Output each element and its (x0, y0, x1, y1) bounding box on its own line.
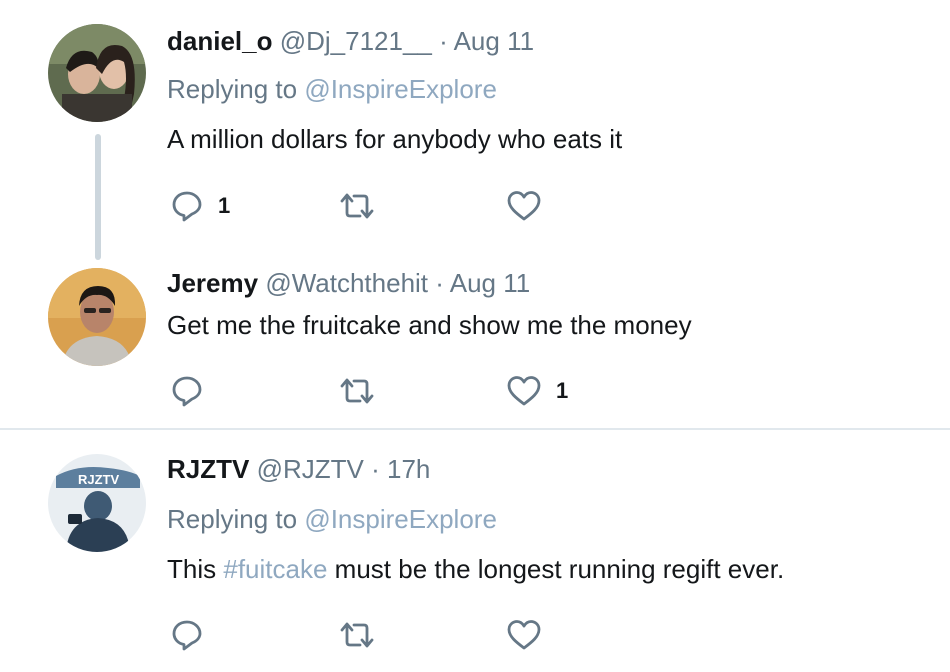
timestamp[interactable]: Aug 11 (454, 26, 534, 56)
reply-button[interactable]: 1 (170, 188, 230, 224)
tweet-text-end: must be the longest running regift ever. (334, 554, 785, 584)
retweet-button[interactable] (338, 617, 376, 653)
avatar-photo: RJZTV (48, 454, 146, 552)
thread-line (95, 134, 101, 260)
tweet-header: RJZTV @RJZTV · 17h (167, 454, 430, 485)
like-count: 1 (556, 378, 569, 403)
retweet-button[interactable] (338, 373, 376, 409)
tweet-header: daniel_o @Dj_7121__ · Aug 11 (167, 26, 534, 57)
hashtag-link[interactable]: #fuitcake (223, 554, 327, 584)
avatar-rjztv[interactable]: RJZTV (48, 454, 146, 552)
tweet-text-start: This (167, 554, 217, 584)
reply-count: 1 (218, 193, 231, 218)
like-icon (507, 620, 541, 650)
timestamp[interactable]: 17h (387, 454, 430, 484)
replying-to-prefix: Replying to (167, 504, 298, 534)
avatar-photo (48, 268, 146, 366)
tweet-text: A million dollars for anybody who eats i… (167, 124, 623, 154)
avatar-daniel[interactable] (48, 24, 146, 122)
like-button[interactable]: 1 (506, 373, 568, 409)
user-handle[interactable]: @Dj_7121__ (280, 26, 432, 56)
avatar-jeremy[interactable] (48, 268, 146, 366)
replying-to: Replying to @InspireExplore (167, 74, 497, 105)
user-handle[interactable]: @RJZTV (257, 454, 364, 484)
display-name[interactable]: daniel_o (167, 26, 272, 56)
separator-dot: · (371, 454, 380, 484)
like-icon (507, 376, 541, 406)
reply-icon (172, 191, 202, 222)
tweet-header: Jeremy @Watchthehit · Aug 11 (167, 268, 530, 299)
tweet-text: This #fuitcake must be the longest runni… (167, 554, 784, 585)
reply-button[interactable] (170, 373, 218, 409)
replying-to: Replying to @InspireExplore (167, 504, 497, 535)
separator-dot: · (435, 268, 444, 298)
avatar-logo-text: RJZTV (78, 472, 120, 487)
user-handle[interactable]: @Watchthehit (265, 268, 428, 298)
tweet-text: Get me the fruitcake and show me the mon… (167, 310, 692, 340)
avatar-photo (48, 24, 146, 122)
tweet-daniel[interactable]: daniel_o @Dj_7121__ · Aug 11 Replying to… (0, 0, 950, 260)
mention-link[interactable]: @InspireExplore (304, 74, 497, 104)
display-name[interactable]: Jeremy (167, 268, 258, 298)
reply-icon (172, 376, 202, 407)
like-button[interactable] (506, 617, 556, 653)
replying-to-prefix: Replying to (167, 74, 298, 104)
retweet-icon (340, 193, 374, 219)
like-button[interactable] (506, 188, 556, 224)
separator-dot: · (439, 26, 448, 56)
mention-link[interactable]: @InspireExplore (304, 504, 497, 534)
timestamp[interactable]: Aug 11 (450, 268, 530, 298)
retweet-button[interactable] (338, 188, 376, 224)
tweet-rjztv[interactable]: RJZTV RJZTV @RJZTV · 17h Replying to @In… (0, 430, 950, 672)
display-name[interactable]: RJZTV (167, 454, 249, 484)
reply-icon (172, 620, 202, 651)
reply-button[interactable] (170, 617, 218, 653)
retweet-icon (340, 378, 374, 404)
like-icon (507, 191, 541, 221)
tweet-jeremy[interactable]: Jeremy @Watchthehit · Aug 11 Get me the … (0, 260, 950, 428)
retweet-icon (340, 622, 374, 648)
